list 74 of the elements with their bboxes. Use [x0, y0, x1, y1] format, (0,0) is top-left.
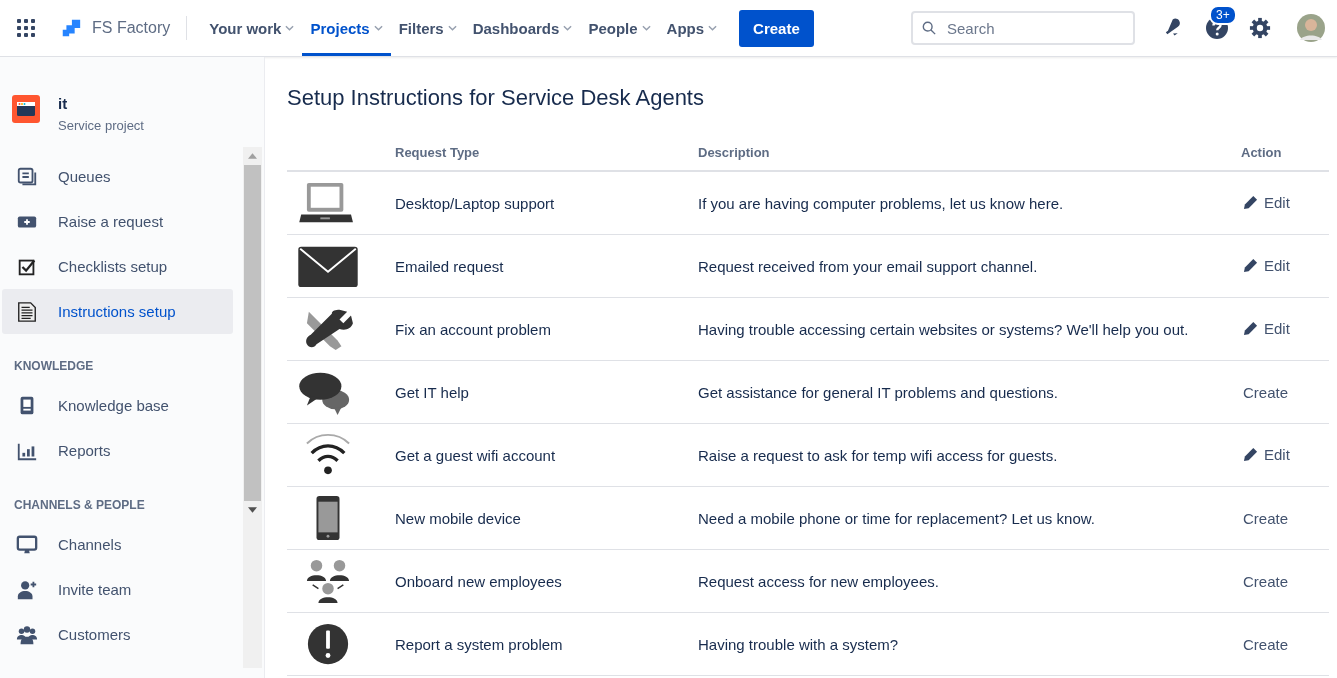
sidebar-item[interactable]: Reports: [2, 428, 233, 473]
table-cell: If you are having computer problems, let us know here.: [698, 171, 1231, 235]
monitor-icon: [16, 533, 38, 556]
nav-menu[interactable]: Apps: [658, 0, 726, 56]
nav-menu[interactable]: Filters: [390, 0, 465, 56]
create-link[interactable]: Create: [1243, 509, 1289, 527]
caret-icon: [373, 25, 383, 31]
notification-badge: 3+: [1209, 5, 1237, 25]
pencil-icon: [1243, 320, 1258, 336]
caret-icon: [708, 25, 718, 31]
create-link[interactable]: Create: [1243, 635, 1289, 653]
document-icon: [16, 300, 38, 323]
pencil-icon: [1243, 257, 1258, 273]
settings-icon[interactable]: [1249, 17, 1271, 39]
nav-menu[interactable]: Your work: [201, 0, 303, 56]
caret-icon: [285, 25, 295, 31]
search-field[interactable]: Search: [911, 11, 1135, 45]
sidebar-item[interactable]: Channels: [2, 522, 233, 567]
table-cell: New mobile device: [395, 486, 698, 550]
sidebar-item[interactable]: Instructions setup: [2, 289, 233, 334]
avatar[interactable]: [1297, 14, 1325, 42]
edit-link[interactable]: Edit: [1243, 256, 1290, 274]
project-type: Service project: [58, 118, 144, 133]
caret-icon: [563, 25, 573, 31]
edit-link[interactable]: Edit: [1243, 445, 1290, 463]
sidebar-item[interactable]: Customers: [2, 612, 233, 657]
table-cell: Fix an account problem: [395, 297, 698, 361]
pencil-icon: [1243, 194, 1258, 210]
create-link[interactable]: Create: [1243, 383, 1289, 401]
search-icon: [922, 21, 936, 35]
edit-link[interactable]: Edit: [1243, 319, 1290, 337]
nav-menu[interactable]: Projects: [302, 0, 391, 56]
column-header: Action: [1231, 145, 1329, 171]
table-cell: Emailed request: [395, 234, 698, 298]
table-cell: Request access for new employees.: [698, 549, 1231, 613]
table-cell: Get a guest wifi account: [395, 423, 698, 487]
section-heading: KNOWLEDGE: [13, 358, 95, 375]
project-avatar-icon: [12, 95, 40, 123]
queues-icon: [16, 165, 38, 188]
edit-link[interactable]: Edit: [1243, 193, 1290, 211]
scrollbar[interactable]: [243, 147, 262, 668]
table-cell: Having trouble with a system?: [698, 612, 1231, 676]
table-cell: Get IT help: [395, 360, 698, 424]
people-icon: [16, 623, 38, 646]
caret-icon: [641, 25, 651, 31]
column-header: Request Type: [395, 145, 698, 171]
scroll-down-icon[interactable]: [248, 507, 257, 513]
table-cell: Onboard new employees: [395, 549, 698, 613]
create-link[interactable]: Create: [1243, 572, 1289, 590]
sidebar-item[interactable]: Queues: [2, 154, 233, 199]
site-name[interactable]: FS Factory: [92, 19, 171, 37]
table-cell: Request received from your email support channel.: [698, 234, 1231, 298]
app-switcher-icon[interactable]: [16, 18, 36, 38]
section-heading: CHANNELS & PEOPLE: [13, 497, 146, 514]
project-name: it: [58, 95, 69, 112]
sidebar-item[interactable]: Raise a request: [2, 199, 233, 244]
pencil-icon: [1243, 446, 1258, 462]
caret-icon: [447, 25, 457, 31]
sidebar-item[interactable]: Knowledge base: [2, 383, 233, 428]
table-cell: Get assistance for general IT problems and questions.: [698, 360, 1231, 424]
table-cell: Desktop/Laptop support: [395, 171, 698, 235]
table-cell: Having trouble accessing certain websites or systems? We'll help you out.: [698, 297, 1231, 361]
page-title: Setup Instructions for Service Desk Agents: [287, 85, 705, 111]
logo-icon[interactable]: [60, 17, 82, 39]
add-person-icon: [16, 578, 38, 601]
table-cell: Report a system problem: [395, 612, 698, 676]
table-cell: Raise a request to ask for temp wifi access for guests.: [698, 423, 1231, 487]
column-header: Description: [698, 145, 1231, 171]
nav-menu[interactable]: People: [580, 0, 659, 56]
nav-menu[interactable]: Dashboards: [464, 0, 581, 56]
sidebar-item[interactable]: Checklists setup: [2, 244, 233, 289]
create-button[interactable]: Create: [739, 9, 814, 47]
table-cell: Need a mobile phone or time for replacement? Let us know.: [698, 486, 1231, 550]
sidebar-item[interactable]: Invite team: [2, 567, 233, 612]
